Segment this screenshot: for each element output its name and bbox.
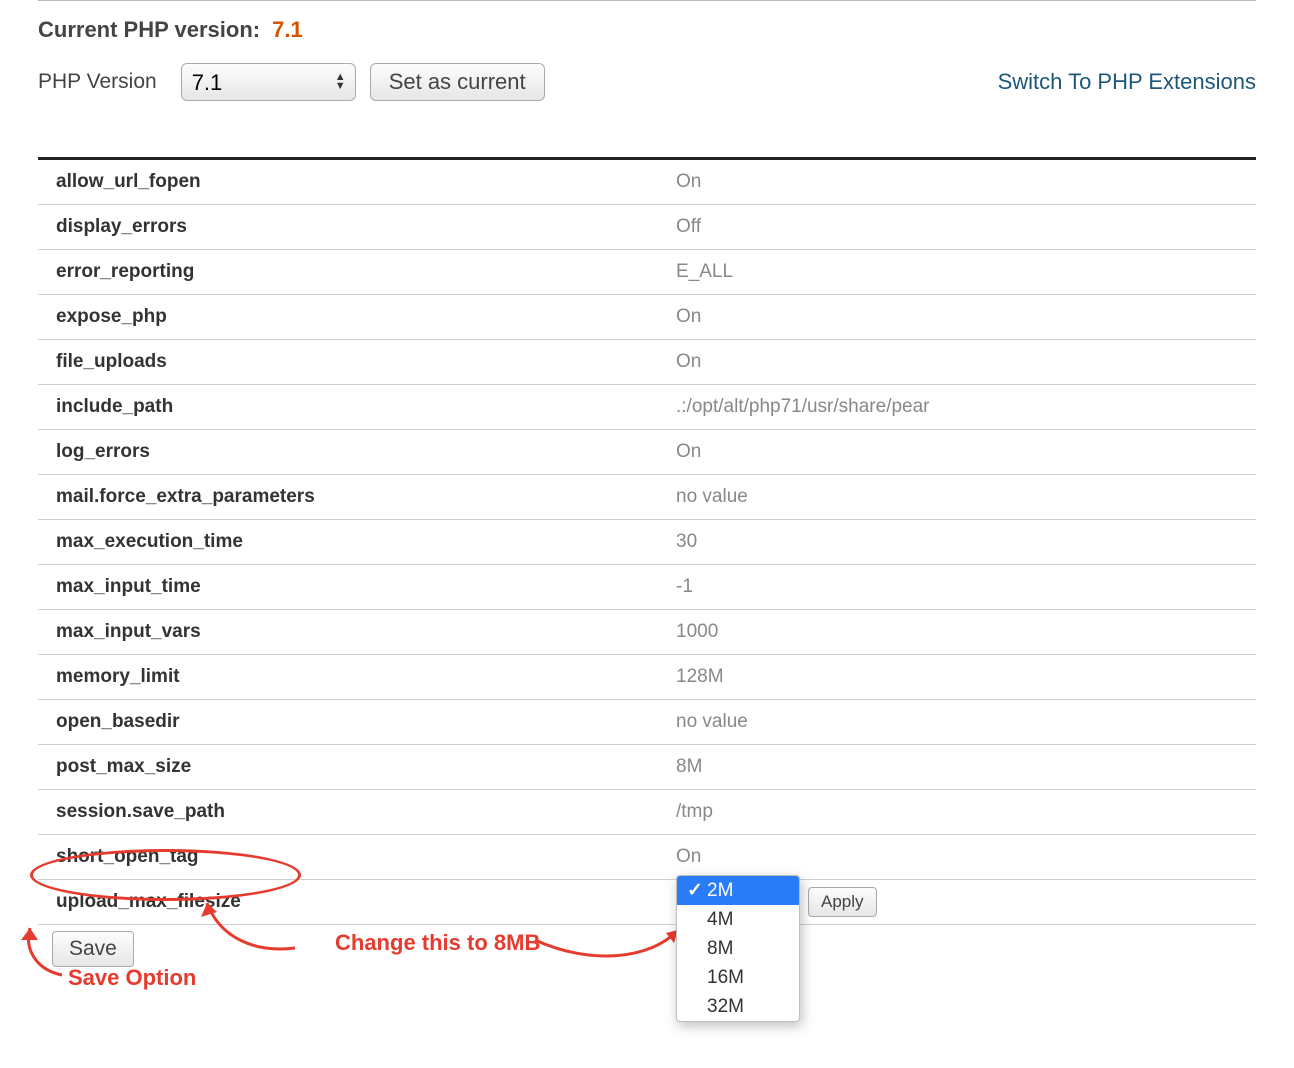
setting-value[interactable]: On xyxy=(676,351,1238,373)
setting-row: log_errorsOn xyxy=(38,430,1256,475)
dropdown-option-label: 4M xyxy=(707,909,733,931)
annotation-text-change: Change this to 8MB xyxy=(335,930,540,956)
dropdown-option-label: 16M xyxy=(707,967,744,989)
switch-to-extensions-link[interactable]: Switch To PHP Extensions xyxy=(998,69,1256,95)
setting-row: display_errorsOff xyxy=(38,205,1256,250)
setting-key: allow_url_fopen xyxy=(56,171,676,193)
setting-value[interactable]: .:/opt/alt/php71/usr/share/pear xyxy=(676,396,1238,418)
setting-row: mail.force_extra_parametersno value xyxy=(38,475,1256,520)
setting-row: short_open_tagOn xyxy=(38,835,1256,880)
setting-key: include_path xyxy=(56,396,676,418)
setting-value[interactable]: 8M xyxy=(676,756,1238,778)
setting-key: upload_max_filesize xyxy=(56,891,676,913)
setting-value[interactable]: On xyxy=(676,306,1238,328)
setting-row: expose_phpOn xyxy=(38,295,1256,340)
annotation-text-save: Save Option xyxy=(68,965,196,991)
check-icon: ✓ xyxy=(685,879,705,902)
settings-table: allow_url_fopenOndisplay_errorsOfferror_… xyxy=(38,157,1256,925)
dropdown-option-label: 8M xyxy=(707,938,733,960)
setting-value[interactable]: no value xyxy=(676,711,1238,733)
dropdown-option[interactable]: 8M xyxy=(677,934,799,963)
setting-key: mail.force_extra_parameters xyxy=(56,486,676,508)
setting-row: open_basedirno value xyxy=(38,700,1256,745)
setting-value[interactable]: Off xyxy=(676,216,1238,238)
setting-row: session.save_path/tmp xyxy=(38,790,1256,835)
setting-value[interactable]: /tmp xyxy=(676,801,1238,823)
setting-row: allow_url_fopenOn xyxy=(38,160,1256,205)
setting-value[interactable]: E_ALL xyxy=(676,261,1238,283)
upload-max-filesize-dropdown[interactable]: ✓2M 4M 8M 16M 32M xyxy=(676,875,800,1022)
setting-row: max_execution_time30 xyxy=(38,520,1256,565)
dropdown-option-label: 2M xyxy=(707,880,733,902)
setting-value[interactable]: no value xyxy=(676,486,1238,508)
apply-button[interactable]: Apply xyxy=(808,887,877,917)
setting-value[interactable]: On xyxy=(676,846,1238,868)
setting-row: file_uploadsOn xyxy=(38,340,1256,385)
setting-row: error_reportingE_ALL xyxy=(38,250,1256,295)
setting-key: memory_limit xyxy=(56,666,676,688)
setting-value[interactable]: 1000 xyxy=(676,621,1238,643)
setting-key: error_reporting xyxy=(56,261,676,283)
setting-row-editable: upload_max_filesize✓2M4M8M16M32MApply xyxy=(38,880,1256,925)
setting-key: short_open_tag xyxy=(56,846,676,868)
setting-row: max_input_time-1 xyxy=(38,565,1256,610)
setting-value[interactable]: On xyxy=(676,171,1238,193)
set-as-current-button[interactable]: Set as current xyxy=(370,63,545,101)
setting-key: max_input_vars xyxy=(56,621,676,643)
setting-key: expose_php xyxy=(56,306,676,328)
php-version-label: PHP Version xyxy=(38,70,157,94)
setting-value[interactable]: On xyxy=(676,441,1238,463)
setting-key: max_input_time xyxy=(56,576,676,598)
setting-row: include_path.:/opt/alt/php71/usr/share/p… xyxy=(38,385,1256,430)
setting-key: open_basedir xyxy=(56,711,676,733)
dropdown-option[interactable]: 4M xyxy=(677,905,799,934)
setting-key: log_errors xyxy=(56,441,676,463)
current-version-value: 7.1 xyxy=(272,17,303,43)
setting-key: display_errors xyxy=(56,216,676,238)
php-version-select[interactable]: 7.1 xyxy=(181,63,356,101)
current-version-label: Current PHP version: xyxy=(38,17,260,43)
setting-key: post_max_size xyxy=(56,756,676,778)
setting-value-editor: ✓2M4M8M16M32MApply xyxy=(676,887,1238,917)
dropdown-option-label: 32M xyxy=(707,996,744,1018)
save-button[interactable]: Save xyxy=(52,931,134,967)
setting-key: session.save_path xyxy=(56,801,676,823)
setting-key: max_execution_time xyxy=(56,531,676,553)
setting-row: max_input_vars1000 xyxy=(38,610,1256,655)
setting-value[interactable]: 30 xyxy=(676,531,1238,553)
setting-row: post_max_size8M xyxy=(38,745,1256,790)
setting-value[interactable]: 128M xyxy=(676,666,1238,688)
dropdown-option[interactable]: ✓2M xyxy=(677,876,799,905)
setting-row: memory_limit128M xyxy=(38,655,1256,700)
dropdown-option[interactable]: 16M xyxy=(677,963,799,992)
setting-value[interactable]: -1 xyxy=(676,576,1238,598)
setting-key: file_uploads xyxy=(56,351,676,373)
dropdown-option[interactable]: 32M xyxy=(677,992,799,1021)
